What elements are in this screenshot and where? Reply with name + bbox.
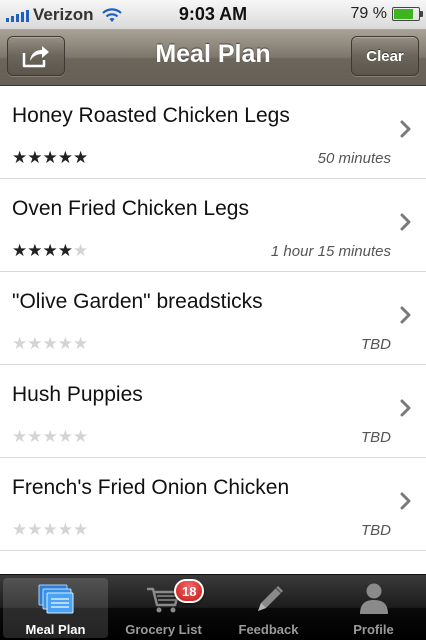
status-right: 79 % [350, 5, 423, 23]
meal-title: Hush Puppies [12, 383, 143, 406]
meal-list-item[interactable]: Honey Roasted Chicken Legs ★★★★★ 50 minute… [0, 86, 426, 179]
meal-list-item[interactable]: French's Fried Onion Chicken ★★★★★ TBD [0, 458, 426, 551]
meal-title: French's Fried Onion Chicken [12, 476, 290, 499]
star-icon: ★ [12, 148, 28, 167]
star-icon: ★ [42, 427, 58, 446]
star-rating: ★★★★★ [12, 241, 88, 261]
meal-title: "Olive Garden" breadsticks [12, 290, 263, 313]
battery-fill [394, 9, 413, 19]
meal-list: Honey Roasted Chicken Legs ★★★★★ 50 minute… [0, 86, 426, 551]
meal-cook-time: 1 hour 15 minutes [270, 243, 391, 260]
grocery-count-badge: 18 [174, 579, 205, 603]
chevron-right-icon [400, 399, 411, 417]
tab-grocery-list[interactable]: 18 Grocery List [111, 575, 216, 640]
star-icon: ★ [12, 427, 28, 446]
star-icon: ★ [57, 427, 73, 446]
tab-label-feedback: Feedback [238, 622, 299, 637]
person-icon [359, 583, 388, 614]
star-icon: ★ [42, 241, 58, 260]
star-icon: ★ [73, 334, 89, 353]
star-icon: ★ [57, 148, 73, 167]
star-icon: ★ [73, 241, 89, 260]
star-icon: ★ [12, 520, 28, 539]
clear-button[interactable]: Clear [351, 36, 419, 76]
star-rating: ★★★★★ [12, 520, 88, 540]
star-icon: ★ [57, 241, 73, 260]
battery-icon [392, 7, 423, 21]
status-bar: Verizon 9:03 AM 79 % [0, 0, 426, 30]
meal-title: Oven Fried Chicken Legs [12, 197, 249, 220]
star-icon: ★ [57, 520, 73, 539]
star-icon: ★ [12, 334, 28, 353]
meal-plan-icon [38, 584, 73, 614]
tab-label-grocery-list: Grocery List [125, 622, 202, 637]
tab-label-meal-plan: Meal Plan [25, 622, 86, 637]
star-icon: ★ [42, 334, 58, 353]
tab-bar: Meal Plan 18 Grocery List Feedback Profi… [0, 574, 426, 640]
star-rating: ★★★★★ [12, 148, 88, 168]
star-icon: ★ [42, 148, 58, 167]
tab-meal-plan[interactable]: Meal Plan [3, 578, 108, 638]
star-icon: ★ [73, 427, 89, 446]
meal-cook-time: TBD [361, 522, 391, 539]
star-icon: ★ [12, 241, 28, 260]
star-icon: ★ [27, 334, 43, 353]
tab-profile[interactable]: Profile [321, 575, 426, 640]
star-icon: ★ [57, 334, 73, 353]
navigation-bar: Meal Plan Clear [0, 30, 426, 86]
star-rating: ★★★★★ [12, 427, 88, 447]
meal-list-item[interactable]: Hush Puppies ★★★★★ TBD [0, 365, 426, 458]
meal-cook-time: 50 minutes [317, 150, 391, 167]
star-icon: ★ [73, 520, 89, 539]
tab-label-profile: Profile [353, 622, 394, 637]
meal-list-item[interactable]: Oven Fried Chicken Legs ★★★★★ 1 hour 15 mi… [0, 179, 426, 272]
meal-list-item[interactable]: "Olive Garden" breadsticks ★★★★★ TBD [0, 272, 426, 365]
pencil-icon [257, 586, 283, 611]
star-icon: ★ [27, 427, 43, 446]
star-icon: ★ [27, 520, 43, 539]
battery-nub [420, 11, 423, 17]
star-icon: ★ [27, 148, 43, 167]
chevron-right-icon [400, 120, 411, 138]
star-icon: ★ [73, 148, 89, 167]
star-rating: ★★★★★ [12, 334, 88, 354]
meal-cook-time: TBD [361, 429, 391, 446]
meal-title: Honey Roasted Chicken Legs [12, 104, 290, 127]
star-icon: ★ [27, 241, 43, 260]
chevron-right-icon [400, 492, 411, 510]
chevron-right-icon [400, 306, 411, 324]
meal-cook-time: TBD [361, 336, 391, 353]
tab-feedback[interactable]: Feedback [216, 575, 321, 640]
star-icon: ★ [42, 520, 58, 539]
battery-percent: 79 % [350, 5, 387, 22]
chevron-right-icon [400, 213, 411, 231]
